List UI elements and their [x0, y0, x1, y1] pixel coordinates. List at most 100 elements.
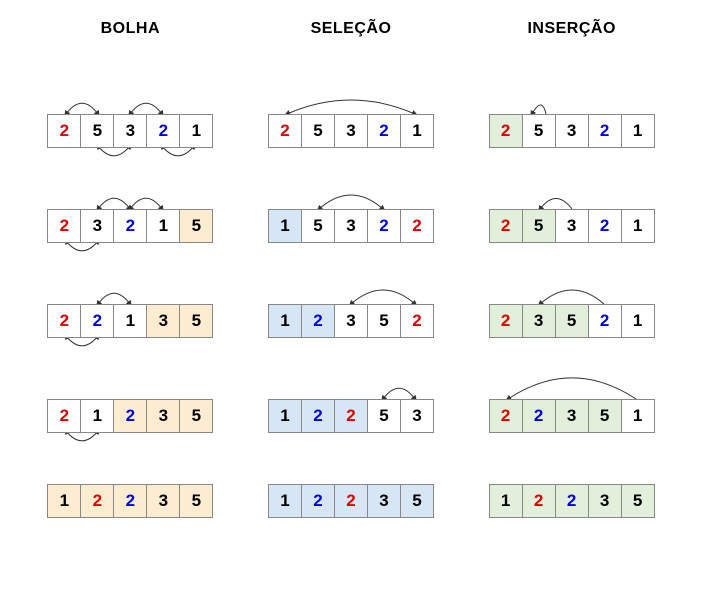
array-cell: 1 [268, 399, 302, 433]
array-cell: 2 [367, 114, 401, 148]
array-cell: 2 [555, 484, 589, 518]
array-cell: 5 [588, 399, 622, 433]
array-cell: 1 [268, 209, 302, 243]
array: 12235 [268, 484, 434, 518]
array-cell: 2 [522, 399, 556, 433]
array: 25321 [47, 114, 213, 148]
array-cell: 2 [47, 399, 81, 433]
array: 25321 [268, 114, 434, 148]
final-array-row: 12235 [462, 473, 682, 528]
array-cell: 3 [555, 209, 589, 243]
array: 23215 [47, 209, 213, 243]
array-cell: 2 [489, 209, 523, 243]
array-cell: 5 [522, 209, 556, 243]
array-cell: 2 [489, 399, 523, 433]
array-cell: 3 [400, 399, 434, 433]
array-cell: 5 [179, 399, 213, 433]
array-cell: 1 [268, 484, 302, 518]
array-cell: 1 [80, 399, 114, 433]
array-row: 12253 [241, 368, 461, 463]
array-cell: 2 [301, 304, 335, 338]
array-cell: 2 [113, 484, 147, 518]
array-cell: 2 [47, 209, 81, 243]
array: 22135 [47, 304, 213, 338]
array-row: 12352 [241, 273, 461, 368]
array-cell: 1 [400, 114, 434, 148]
array-row: 25321 [462, 83, 682, 178]
array-cell: 1 [489, 484, 523, 518]
array-cell: 3 [522, 304, 556, 338]
array: 12235 [489, 484, 655, 518]
array-cell: 3 [588, 484, 622, 518]
array-cell: 3 [367, 484, 401, 518]
array-cell: 1 [113, 304, 147, 338]
array-cell: 1 [47, 484, 81, 518]
array-cell: 5 [555, 304, 589, 338]
array-cell: 5 [621, 484, 655, 518]
array-cell: 2 [268, 114, 302, 148]
array-cell: 2 [588, 114, 622, 148]
array-cell: 3 [146, 399, 180, 433]
algorithm-column: INSERÇÃO 25321 25321 23521 2235112235 [461, 20, 682, 528]
final-array-row: 12235 [20, 473, 240, 528]
array-cell: 3 [555, 399, 589, 433]
array: 25321 [489, 209, 655, 243]
array-row: 23521 [462, 273, 682, 368]
sorting-comparison-diagram: BOLHA 25321 23215 22135 2123512235SELEÇÃ… [20, 20, 682, 528]
algorithm-title: INSERÇÃO [527, 20, 615, 38]
array-cell: 5 [179, 304, 213, 338]
array-cell: 3 [334, 209, 368, 243]
array-cell: 5 [367, 304, 401, 338]
array-cell: 1 [621, 304, 655, 338]
array-cell: 2 [400, 304, 434, 338]
array-cell: 2 [47, 114, 81, 148]
array-row: 25321 [462, 178, 682, 273]
array-cell: 2 [522, 484, 556, 518]
array-cell: 2 [113, 399, 147, 433]
algorithm-column: SELEÇÃO 25321 15322 12352 1225312235 [241, 20, 462, 528]
array-cell: 5 [400, 484, 434, 518]
array-cell: 2 [334, 484, 368, 518]
array-cell: 1 [146, 209, 180, 243]
array-cell: 3 [555, 114, 589, 148]
algorithm-title: SELEÇÃO [311, 20, 392, 38]
algorithm-title: BOLHA [101, 20, 160, 38]
array-cell: 2 [400, 209, 434, 243]
array: 23521 [489, 304, 655, 338]
array: 15322 [268, 209, 434, 243]
array-cell: 3 [146, 304, 180, 338]
array: 12253 [268, 399, 434, 433]
algorithm-column: BOLHA 25321 23215 22135 2123512235 [20, 20, 241, 528]
array: 12235 [47, 484, 213, 518]
array-cell: 3 [80, 209, 114, 243]
array: 22351 [489, 399, 655, 433]
array-row: 25321 [20, 83, 240, 178]
array-cell: 1 [621, 399, 655, 433]
array: 12352 [268, 304, 434, 338]
array-cell: 3 [146, 484, 180, 518]
array-cell: 2 [301, 399, 335, 433]
array-cell: 2 [80, 304, 114, 338]
array-cell: 2 [367, 209, 401, 243]
array-cell: 1 [179, 114, 213, 148]
array-cell: 5 [301, 209, 335, 243]
array-row: 21235 [20, 368, 240, 463]
array-cell: 2 [334, 399, 368, 433]
array-row: 22351 [462, 368, 682, 463]
array-cell: 2 [489, 114, 523, 148]
array-cell: 3 [113, 114, 147, 148]
array-cell: 3 [334, 114, 368, 148]
array-row: 25321 [241, 83, 461, 178]
array-cell: 2 [80, 484, 114, 518]
array-cell: 2 [588, 304, 622, 338]
array-cell: 2 [113, 209, 147, 243]
array-cell: 5 [179, 484, 213, 518]
array: 25321 [489, 114, 655, 148]
array-row: 15322 [241, 178, 461, 273]
array: 21235 [47, 399, 213, 433]
array-cell: 2 [146, 114, 180, 148]
array-cell: 1 [621, 114, 655, 148]
array-cell: 5 [80, 114, 114, 148]
array-cell: 5 [367, 399, 401, 433]
array-cell: 1 [621, 209, 655, 243]
